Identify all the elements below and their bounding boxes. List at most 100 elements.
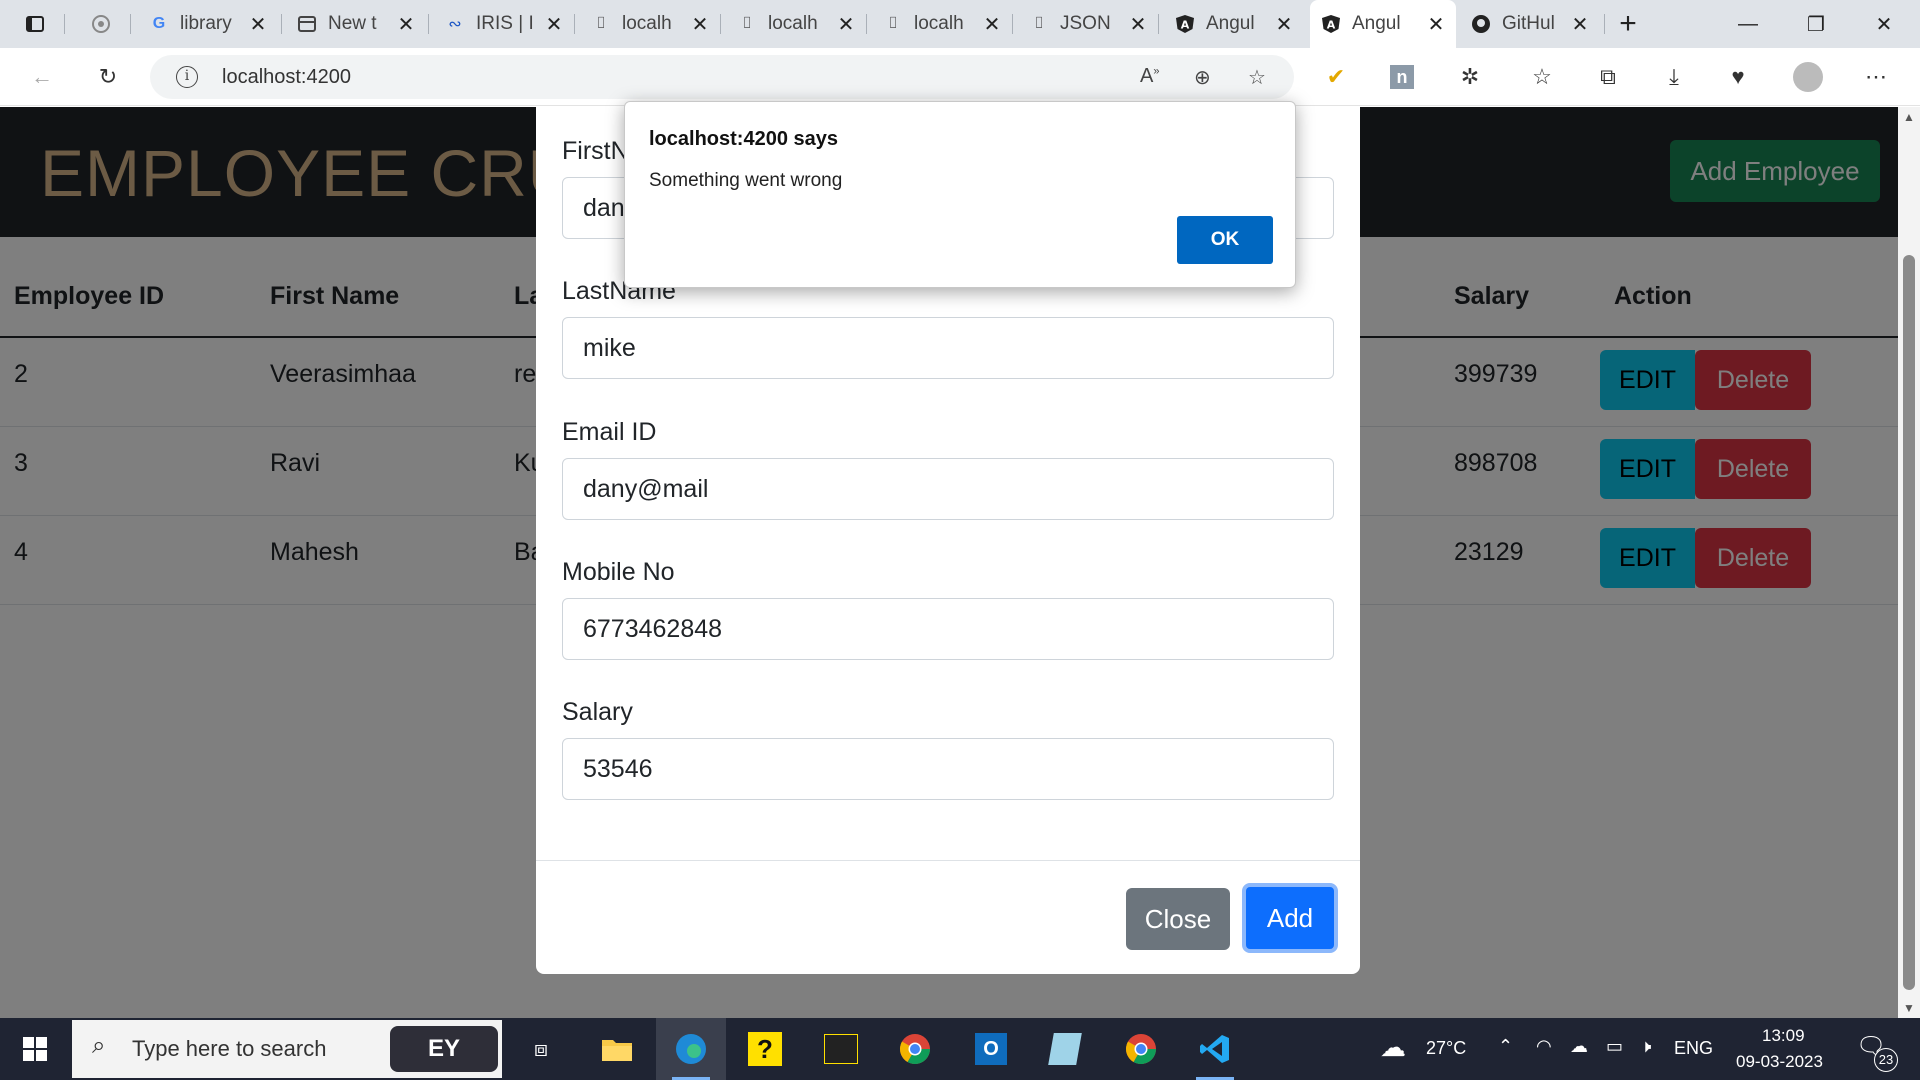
temperature-text[interactable]: 27°C [1426, 1038, 1466, 1059]
minimize-button[interactable]: — [1714, 0, 1782, 48]
chrome-profile-button[interactable] [1106, 1018, 1176, 1080]
page-scrollbar[interactable]: ▲ ▼ [1898, 107, 1920, 1018]
tab-angular-active[interactable]: A Angul ✕ [1310, 0, 1456, 48]
start-button[interactable] [0, 1018, 70, 1080]
back-button[interactable]: ← [26, 61, 58, 93]
help-icon: ? [748, 1032, 782, 1066]
tab-localhost-3[interactable]: ⌷ localh ✕ [872, 6, 1012, 42]
back-arrow-icon: ← [31, 64, 53, 89]
file-explorer-button[interactable] [582, 1018, 652, 1080]
svg-text:A: A [1327, 19, 1336, 32]
ok-button[interactable]: OK [1177, 216, 1273, 264]
puzzle-icon: ✲ [1460, 64, 1480, 89]
tab-openai[interactable] [80, 6, 130, 42]
refresh-button[interactable]: ↻ [92, 61, 124, 93]
mobile-input[interactable]: 6773462848 [562, 598, 1334, 660]
vscode-button[interactable] [1180, 1018, 1250, 1080]
email-label: Email ID [562, 418, 657, 446]
favorites-button[interactable]: ☆ [1526, 61, 1558, 93]
json-icon: ⌷ [1034, 15, 1044, 32]
checkmark-icon: ✔ [1326, 64, 1346, 89]
tab-localhost-2[interactable]: ⌷ localh ✕ [726, 6, 866, 42]
site-info-icon[interactable]: i [176, 66, 198, 88]
extension-norton-button[interactable]: ✔ [1320, 61, 1352, 93]
chevron-up-icon[interactable]: ⌃ [1498, 1036, 1513, 1057]
edge-taskbar-button[interactable] [656, 1018, 726, 1080]
tab-library[interactable]: G library ✕ [138, 6, 278, 42]
github-icon [1470, 13, 1492, 35]
close-icon[interactable]: ✕ [1426, 12, 1446, 37]
vscode-icon [1200, 1035, 1229, 1063]
extensions-button[interactable]: ✲ [1454, 61, 1486, 93]
settings-menu-button[interactable]: ⋯ [1860, 61, 1892, 93]
close-icon[interactable]: ✕ [836, 12, 856, 37]
wifi-icon[interactable]: ◠ [1536, 1036, 1552, 1057]
localhost-icon: ⌷ [596, 15, 606, 32]
add-button[interactable]: Add [1242, 883, 1338, 953]
help-app-button[interactable]: ? [730, 1018, 800, 1080]
zoom-icon[interactable]: ⊕ [1194, 65, 1211, 90]
collections-button[interactable]: ⧉ [1592, 61, 1624, 93]
close-icon[interactable]: ✕ [690, 12, 710, 37]
iris-icon: ∾ [448, 16, 462, 33]
tab-actions-icon [24, 13, 46, 35]
tab-actions-button[interactable] [14, 6, 58, 42]
close-icon[interactable]: ✕ [248, 12, 268, 37]
salary-input[interactable]: 53546 [562, 738, 1334, 800]
browser-essentials-button[interactable]: ♥ [1722, 61, 1754, 93]
tab-iris[interactable]: ∾ IRIS | I ✕ [434, 6, 574, 42]
tab-localhost-1[interactable]: ⌷ localh ✕ [580, 6, 720, 42]
task-view-button[interactable]: ⧈ [506, 1018, 576, 1080]
close-icon[interactable]: ✕ [1570, 12, 1590, 37]
close-button[interactable]: Close [1126, 888, 1230, 950]
new-tab-button[interactable]: + [1596, 0, 1660, 48]
outlook-icon: O [975, 1033, 1007, 1065]
task-view-icon: ⧈ [534, 1036, 548, 1061]
battery-icon[interactable]: ▭ [1606, 1036, 1623, 1057]
tab-angular-1[interactable]: A Angul ✕ [1164, 6, 1304, 42]
read-aloud-icon[interactable]: A» [1140, 65, 1159, 88]
ey-discover-button[interactable] [806, 1018, 876, 1080]
angular-icon: A [1174, 13, 1196, 35]
scroll-down-icon[interactable]: ▼ [1898, 998, 1920, 1018]
last-name-group: LastName mike [562, 277, 1334, 379]
language-indicator[interactable]: ENG [1674, 1038, 1713, 1059]
chrome-button[interactable] [880, 1018, 950, 1080]
close-icon[interactable]: ✕ [982, 12, 1002, 37]
add-favorite-icon[interactable]: ☆ [1248, 65, 1266, 90]
openai-icon [90, 13, 112, 35]
minimize-icon: — [1738, 12, 1758, 35]
tab-json[interactable]: ⌷ JSON ✕ [1018, 6, 1158, 42]
restore-button[interactable]: ❐ [1782, 0, 1850, 48]
scroll-up-icon[interactable]: ▲ [1898, 107, 1920, 127]
tab-github[interactable]: GitHul ✕ [1460, 6, 1600, 42]
close-icon[interactable]: ✕ [396, 12, 416, 37]
downloads-button[interactable]: ⤓ [1658, 61, 1690, 93]
address-bar[interactable]: i localhost:4200 A» ⊕ ☆ [150, 55, 1294, 99]
close-icon[interactable]: ✕ [1274, 12, 1294, 37]
scroll-thumb[interactable] [1903, 255, 1915, 990]
tab-new-tab[interactable]: New t ✕ [286, 6, 426, 42]
email-input[interactable]: dany@mail [562, 458, 1334, 520]
close-icon[interactable]: ✕ [1128, 12, 1148, 37]
chrome-icon [1125, 1034, 1156, 1065]
clock-time[interactable]: 13:09 [1762, 1026, 1805, 1046]
favorites-icon: ☆ [1532, 64, 1552, 89]
weather-icon[interactable]: ☁ [1380, 1032, 1406, 1063]
outlook-button[interactable]: O [956, 1018, 1026, 1080]
url-text[interactable]: localhost:4200 [222, 66, 351, 89]
volume-icon[interactable]: 🕨 [1640, 1036, 1651, 1057]
close-window-button[interactable]: ✕ [1850, 0, 1918, 48]
profile-button[interactable] [1792, 61, 1824, 93]
last-name-input[interactable]: mike [562, 317, 1334, 379]
onedrive-icon[interactable]: ☁ [1570, 1036, 1588, 1057]
search-icon: ⌕ [92, 1032, 106, 1059]
google-icon: G [152, 15, 166, 32]
close-icon[interactable]: ✕ [544, 12, 564, 37]
extension-n-button[interactable]: n [1386, 61, 1418, 93]
taskbar-search[interactable]: ⌕ Type here to search EY [72, 1020, 502, 1078]
mobile-group: Mobile No 6773462848 [562, 558, 1334, 660]
salary-group: Salary 53546 [562, 698, 1334, 800]
notes-app-button[interactable] [1030, 1018, 1100, 1080]
clock-date[interactable]: 09-03-2023 [1736, 1052, 1823, 1072]
